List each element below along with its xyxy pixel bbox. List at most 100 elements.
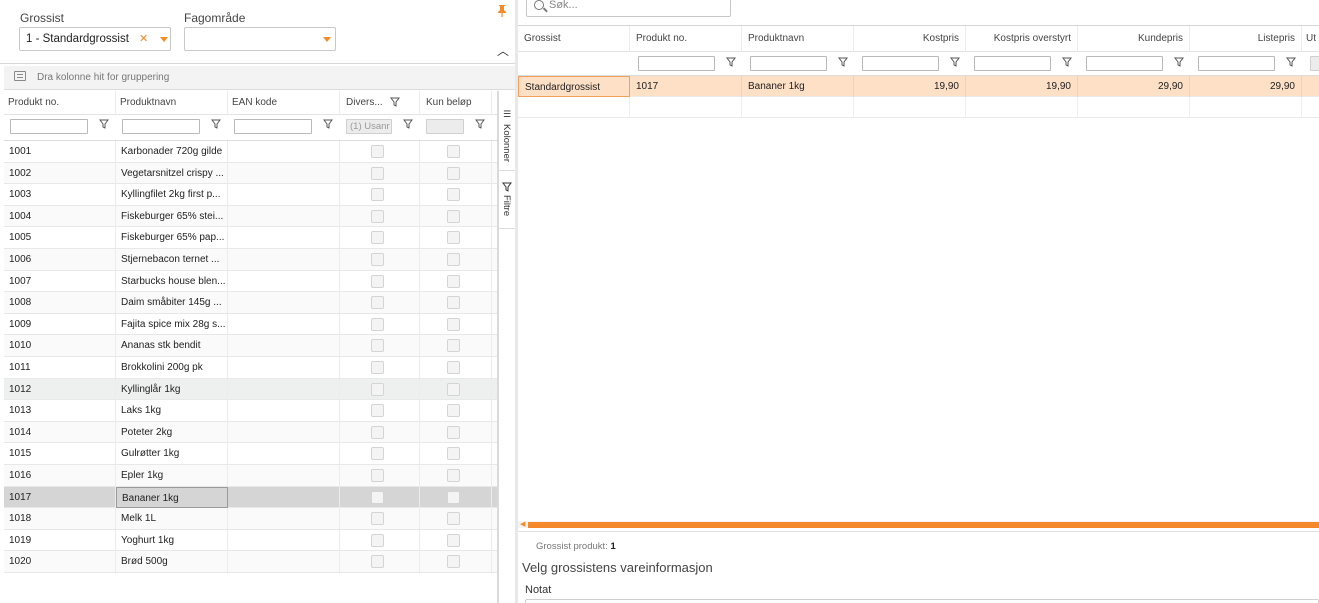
cell-ean-kode[interactable] [228, 400, 340, 422]
cell-produktnavn[interactable]: Kyllingfilet 2kg first p... [116, 184, 228, 206]
cell-produkt-no[interactable]: 1004 [4, 205, 116, 227]
cell-listepris[interactable]: 29,90 [1190, 76, 1302, 97]
cell-produkt-no[interactable]: 1012 [4, 378, 116, 400]
cell-produkt-no[interactable]: 1003 [4, 184, 116, 206]
filter-input-listepris[interactable] [1198, 56, 1275, 71]
cell-kundepris[interactable]: 29,90 [1078, 76, 1190, 97]
filter-input-kostpris[interactable] [862, 56, 939, 71]
col-header-kun-belop[interactable]: Kun beløp [420, 91, 492, 115]
chevron-down-icon[interactable] [160, 37, 168, 42]
cell-produkt-no[interactable]: 1010 [4, 335, 116, 357]
scrollbar-thumb[interactable] [528, 522, 1319, 528]
divers-checkbox[interactable] [371, 512, 384, 526]
cell-produkt-no[interactable]: 1005 [4, 227, 116, 249]
table-row[interactable]: 1015 Gulrøtter 1kg [4, 443, 497, 465]
cell-produkt-no[interactable]: 1013 [4, 400, 116, 422]
cell-produktnavn[interactable]: Stjernebacon ternet ... [116, 249, 228, 270]
filter-icon[interactable] [1062, 57, 1072, 67]
divers-checkbox[interactable] [371, 555, 384, 569]
cell-produkt-no[interactable]: 1007 [4, 270, 116, 292]
tab-filtre[interactable]: Filtre [499, 171, 516, 229]
cell-produktnavn[interactable]: Epler 1kg [116, 465, 228, 486]
kun-belop-checkbox[interactable] [447, 231, 460, 245]
filter-input-produktnavn[interactable] [122, 119, 200, 134]
cell-produktnavn[interactable]: Fiskeburger 65% pap... [116, 227, 228, 249]
divers-checkbox[interactable] [371, 361, 384, 374]
cell-produkt-no[interactable]: 1001 [4, 141, 116, 162]
divers-checkbox[interactable] [371, 145, 384, 158]
filter-input-ut[interactable] [1310, 56, 1319, 71]
col-header-produkt-no[interactable]: Produkt no. [4, 91, 116, 115]
cell-produktnavn[interactable]: Bananer 1kg [742, 76, 854, 97]
table-row[interactable]: 1014 Poteter 2kg [4, 421, 497, 444]
kun-belop-checkbox[interactable] [447, 555, 460, 569]
cell-produktnavn[interactable]: Poteter 2kg [116, 421, 228, 443]
kun-belop-checkbox[interactable] [447, 253, 460, 266]
col-header-kundepris[interactable]: Kundepris [1078, 26, 1190, 52]
col-header-produktnavn[interactable]: Produktnavn [742, 26, 854, 52]
cell-produkt-no[interactable]: 1017 [630, 76, 742, 97]
table-row[interactable]: 1011 Brokkolini 200g pk [4, 357, 497, 379]
cell-ean-kode[interactable] [228, 227, 340, 249]
table-row[interactable]: 1008 Daim småbiter 145g ... [4, 292, 497, 314]
table-row[interactable]: 1007 Starbucks house blen... [4, 270, 497, 293]
kun-belop-checkbox[interactable] [447, 490, 460, 504]
cell-ean-kode[interactable] [228, 357, 340, 378]
cell-ean-kode[interactable] [228, 508, 340, 530]
filter-icon[interactable] [211, 119, 221, 129]
col-header-kostpris-overstyrt[interactable]: Kostpris overstyrt [966, 26, 1078, 52]
cell-produkt-no[interactable]: 1017 [4, 486, 116, 508]
filter-icon[interactable] [950, 57, 960, 67]
table-row[interactable]: 1006 Stjernebacon ternet ... [4, 249, 497, 271]
col-header-divers[interactable]: Divers... [340, 91, 420, 115]
cell-ut[interactable] [1302, 76, 1319, 97]
cell-produktnavn[interactable]: Vegetarsnitzel crispy ... [116, 162, 228, 184]
col-header-produkt-no[interactable]: Produkt no. [630, 26, 742, 52]
table-row[interactable]: 1005 Fiskeburger 65% pap... [4, 227, 497, 249]
kun-belop-checkbox[interactable] [447, 317, 460, 331]
cell-ean-kode[interactable] [228, 205, 340, 227]
table-row[interactable]: 1004 Fiskeburger 65% stei... [4, 205, 497, 228]
cell-produktnavn[interactable]: Kyllinglår 1kg [116, 378, 228, 400]
table-row[interactable]: 1013 Laks 1kg [4, 400, 497, 422]
table-row[interactable]: 1001 Karbonader 720g gilde [4, 141, 497, 163]
cell-produktnavn[interactable]: Brokkolini 200g pk [116, 357, 228, 378]
cell-kostpris-overstyrt[interactable]: 19,90 [966, 76, 1078, 97]
filter-input-ean-kode[interactable] [234, 119, 312, 134]
divers-checkbox[interactable] [371, 404, 384, 418]
cell-ean-kode[interactable] [228, 378, 340, 400]
cell-ean-kode[interactable] [228, 529, 340, 551]
filter-icon[interactable] [403, 119, 413, 129]
clear-icon[interactable]: ✕ [139, 28, 148, 50]
filter-icon[interactable] [1174, 57, 1184, 67]
cell-grossist[interactable]: Standardgrossist [518, 76, 630, 97]
cell-ean-kode[interactable] [228, 184, 340, 206]
divers-checkbox[interactable] [371, 209, 384, 223]
col-header-ut[interactable]: Ut [1302, 26, 1319, 52]
kun-belop-checkbox[interactable] [447, 339, 460, 353]
filter-input-kun-belop[interactable] [426, 119, 464, 134]
cell-produkt-no[interactable]: 1008 [4, 292, 116, 314]
filter-input-divers[interactable]: (1) Usanr [346, 119, 392, 134]
search-input[interactable]: Søk... [526, 0, 731, 17]
divers-checkbox[interactable] [371, 274, 384, 288]
cell-produkt-no[interactable]: 1002 [4, 162, 116, 184]
divers-checkbox[interactable] [371, 317, 384, 331]
notat-field[interactable] [525, 599, 1319, 603]
filter-input-produktnavn[interactable] [750, 56, 827, 71]
kun-belop-checkbox[interactable] [447, 447, 460, 461]
col-header-produktnavn[interactable]: Produktnavn [116, 91, 228, 115]
kun-belop-checkbox[interactable] [447, 469, 460, 482]
table-row[interactable]: 1020 Brød 500g [4, 551, 497, 573]
filter-icon[interactable] [838, 57, 848, 67]
divers-checkbox[interactable] [371, 469, 384, 482]
cell-produktnavn[interactable]: Brød 500g [116, 551, 228, 573]
filter-active-icon[interactable] [390, 97, 400, 107]
cell-produkt-no[interactable]: 1006 [4, 249, 116, 270]
cell-produktnavn[interactable]: Starbucks house blen... [116, 270, 228, 292]
col-header-ean-kode[interactable]: EAN kode [228, 91, 340, 115]
kun-belop-checkbox[interactable] [447, 533, 460, 547]
divers-checkbox[interactable] [371, 490, 384, 504]
filter-icon[interactable] [323, 119, 333, 129]
table-row[interactable]: 1010 Ananas stk bendit [4, 335, 497, 357]
